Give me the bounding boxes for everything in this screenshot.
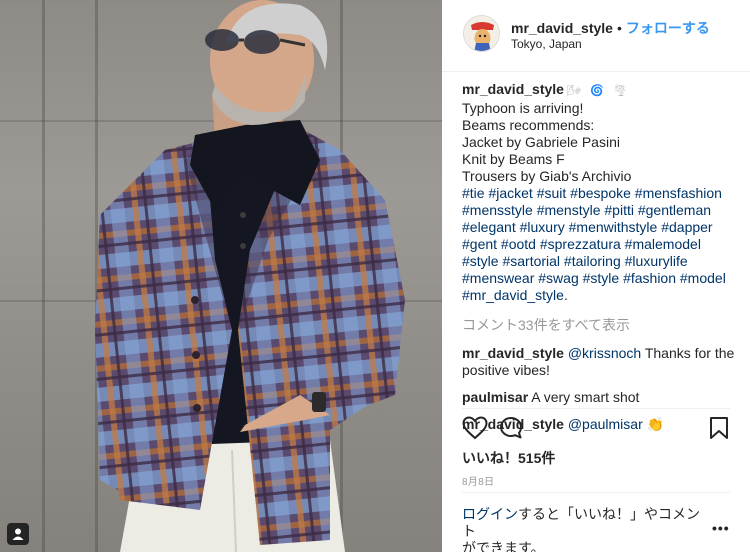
mention-link[interactable]: @krissnoch <box>568 345 641 361</box>
caption-emoji: 🌬 🌀 🌪 <box>566 85 630 97</box>
hashtag-block: #tie #jacket #suit #bespoke #mensfashion… <box>462 185 744 304</box>
caption-header: mr_david_style 🌬 🌀 🌪 <box>462 81 744 100</box>
comment-item: paulmisar A very smart shot <box>462 389 744 406</box>
comment-username-link[interactable]: mr_david_style <box>462 345 564 361</box>
location-link[interactable]: Tokyo, Japan <box>511 37 582 51</box>
post-photo[interactable] <box>0 0 442 552</box>
hashtag-line-last: #mr_david_style. <box>462 287 744 304</box>
header-title-row: mr_david_style • フォローする <box>511 18 710 38</box>
comment-text: Thanks for the <box>641 345 735 361</box>
like-count[interactable]: いいね！515件 <box>462 448 555 468</box>
hashtag-link[interactable]: #mr_david_style <box>462 287 564 303</box>
caption-period: . <box>563 287 568 303</box>
hashtag-line[interactable]: #menswear #swag #style #fashion #model <box>462 270 744 287</box>
divider <box>462 408 730 409</box>
comment-bubble-icon <box>500 417 522 439</box>
separator-dot: • <box>616 20 622 36</box>
comments-section: mr_david_style 🌬 🌀 🌪 Typhoon is arriving!… <box>462 81 744 443</box>
post-header: mr_david_style • フォローする Tokyo, Japan <box>442 0 750 72</box>
caption-line: Trousers by Giab's Archivio <box>462 168 632 184</box>
hashtag-line[interactable]: #gent #ootd #sprezzatura #malemodel <box>462 236 744 253</box>
save-button[interactable] <box>708 416 734 442</box>
caption-line: Beams recommends: <box>462 117 595 133</box>
more-options-button[interactable]: ••• <box>712 520 730 536</box>
comment-text-cont: positive vibes! <box>462 362 550 378</box>
bookmark-icon <box>710 417 728 439</box>
login-prompt-text-cont: ができます。 <box>462 540 545 552</box>
login-link[interactable]: ログイン <box>462 506 518 522</box>
login-prompt: ログインすると「いいね！」やコメント ができます。 <box>462 506 712 552</box>
hashtag-line[interactable]: #mensstyle #menstyle #pitti #gentleman <box>462 202 744 219</box>
man-in-plaid-jacket-image <box>95 0 405 552</box>
avatar[interactable] <box>463 15 500 52</box>
caption-line: Knit by Beams F <box>462 151 565 167</box>
caption-line: Jacket by Gabriele Pasini <box>462 134 620 150</box>
caption-line: Typhoon is arriving! <box>462 100 584 116</box>
post-info-panel: mr_david_style • フォローする Tokyo, Japan mr_da… <box>442 0 750 552</box>
hashtag-line[interactable]: #tie #jacket #suit #bespoke #mensfashion <box>462 185 744 202</box>
action-bar <box>462 416 730 444</box>
comment-button[interactable] <box>499 416 525 442</box>
person-tag-icon <box>12 528 24 540</box>
author-username-link[interactable]: mr_david_style <box>511 20 613 36</box>
like-button[interactable] <box>462 416 488 442</box>
heart-outline-icon <box>462 416 488 440</box>
comment-item: mr_david_style @krissnoch Thanks for the… <box>462 345 744 379</box>
post-date[interactable]: 8月8日 <box>462 473 494 488</box>
hashtag-line[interactable]: #elegant #luxury #menwithstyle #dapper <box>462 219 744 236</box>
comment-text: A very smart shot <box>528 389 640 405</box>
hashtag-line[interactable]: #style #sartorial #tailoring #luxurylife <box>462 253 744 270</box>
comment-username-link[interactable]: paulmisar <box>462 389 528 405</box>
divider <box>462 492 730 493</box>
caption-username-link[interactable]: mr_david_style <box>462 81 564 97</box>
tagged-people-button[interactable] <box>7 523 29 545</box>
follow-button[interactable]: フォローする <box>626 20 710 36</box>
view-all-comments-link[interactable]: コメント33件をすべて表示 <box>462 317 744 334</box>
profile-picture-image <box>464 16 499 51</box>
